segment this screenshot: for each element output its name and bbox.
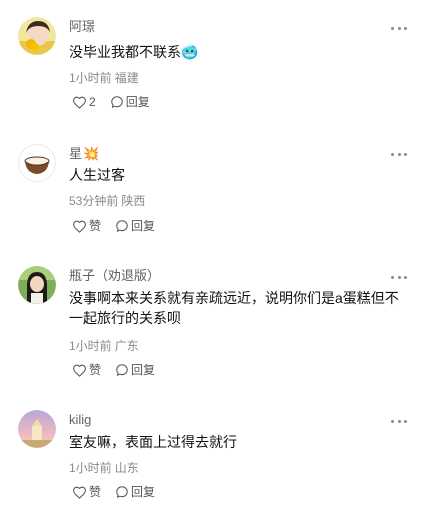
comment-location: 陕西	[121, 194, 146, 208]
reply-bubble-icon	[110, 96, 123, 108]
like-label: 2	[89, 95, 96, 109]
author-name[interactable]: kilig	[69, 412, 92, 428]
reply-bubble-icon	[116, 364, 128, 376]
comment-location: 山东	[114, 461, 139, 475]
comment-location: 福建	[114, 71, 139, 85]
comment-time: 1小时前	[69, 71, 112, 85]
like-button[interactable]: 赞	[72, 219, 101, 233]
heart-icon	[73, 364, 86, 377]
reply-button[interactable]: 回复	[115, 219, 155, 233]
comment-text: 没毕业我都不联系🥶	[69, 44, 199, 60]
more-options-icon[interactable]	[391, 23, 407, 33]
author-name-text: 星	[69, 146, 83, 161]
comment-text: 人生过客	[69, 167, 125, 183]
comment-actions: 赞 回复	[72, 363, 155, 377]
comment-time: 1小时前	[69, 339, 112, 353]
author-name[interactable]: 星💥	[69, 146, 99, 162]
author-name-text: kilig	[69, 412, 92, 427]
comment-actions: 赞 回复	[72, 485, 155, 499]
reply-button[interactable]: 回复	[110, 95, 150, 109]
comment-meta: 53分钟前 陕西	[69, 194, 145, 208]
reply-label: 回复	[131, 485, 156, 499]
author-badge: 💥	[83, 146, 100, 161]
author-name[interactable]: 瓶子（劝退版）	[69, 268, 161, 284]
author-name-text: 瓶子（劝退版）	[69, 268, 161, 283]
comment-time: 53分钟前	[69, 194, 119, 208]
comment-item: kilig 室友嘛，表面上过得去就行 1小时前 山东 赞 回复	[0, 395, 429, 509]
like-button[interactable]: 赞	[72, 485, 101, 499]
user-avatar[interactable]	[18, 144, 56, 182]
comment-time: 1小时前	[69, 461, 112, 475]
author-name[interactable]: 阿璟	[69, 19, 96, 35]
comment-location: 广东	[114, 339, 139, 353]
comment-meta: 1小时前 广东	[69, 339, 139, 353]
user-avatar[interactable]	[18, 410, 56, 448]
heart-icon	[73, 96, 86, 109]
reply-label: 回复	[131, 363, 156, 377]
user-avatar[interactable]	[18, 17, 56, 55]
like-label: 赞	[89, 219, 102, 233]
comment-meta: 1小时前 福建	[69, 71, 139, 85]
reply-bubble-icon	[116, 220, 128, 232]
like-button[interactable]: 赞	[72, 363, 101, 377]
comment-item: 瓶子（劝退版） 没事啊本来关系就有亲疏远近，说明你们是a蛋糕但不一起旅行的关系呗…	[0, 250, 429, 395]
reply-label: 回复	[131, 219, 156, 233]
comment-item: 星💥 人生过客 53分钟前 陕西 赞 回复	[0, 125, 429, 250]
reply-button[interactable]: 回复	[115, 485, 155, 499]
more-options-icon[interactable]	[391, 416, 407, 426]
comment-text: 室友嘛，表面上过得去就行	[69, 434, 237, 450]
comment-item: 阿璟 没毕业我都不联系🥶 1小时前 福建 2 回复	[0, 0, 429, 125]
reply-button[interactable]: 回复	[115, 363, 155, 377]
more-options-icon[interactable]	[391, 272, 407, 282]
like-label: 赞	[89, 485, 102, 499]
comment-actions: 2 回复	[72, 95, 150, 109]
user-avatar[interactable]	[18, 266, 56, 304]
more-options-icon[interactable]	[391, 149, 407, 159]
author-name-text: 阿璟	[69, 19, 96, 34]
comment-text: 没事啊本来关系就有亲疏远近，说明你们是a蛋糕但不一起旅行的关系呗	[69, 290, 399, 326]
comment-actions: 赞 回复	[72, 219, 155, 233]
reply-label: 回复	[125, 95, 150, 109]
heart-icon	[73, 486, 86, 499]
heart-icon	[73, 220, 86, 233]
like-button[interactable]: 2	[72, 95, 96, 109]
comment-meta: 1小时前 山东	[69, 461, 139, 475]
like-label: 赞	[89, 363, 102, 377]
reply-bubble-icon	[116, 486, 128, 498]
